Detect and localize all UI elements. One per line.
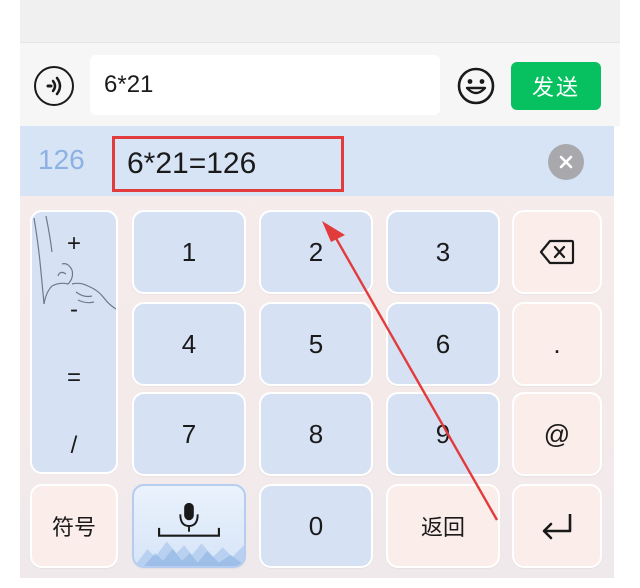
- key-5[interactable]: 5: [259, 302, 373, 386]
- chat-input-bar: 发送: [20, 42, 620, 126]
- backspace-icon: [539, 239, 575, 265]
- equals-key[interactable]: =: [32, 364, 116, 392]
- key-8[interactable]: 8: [259, 392, 373, 476]
- key-4[interactable]: 4: [132, 302, 246, 386]
- divide-key[interactable]: /: [32, 432, 116, 460]
- return-key[interactable]: 返回: [386, 484, 500, 568]
- key-6[interactable]: 6: [386, 302, 500, 386]
- voice-space-key[interactable]: [132, 484, 246, 568]
- at-key[interactable]: @: [512, 392, 602, 476]
- candidate-result[interactable]: 126: [38, 144, 85, 176]
- symbols-key[interactable]: 符号: [30, 484, 118, 568]
- key-9[interactable]: 9: [386, 392, 500, 476]
- enter-icon: [542, 514, 572, 540]
- dot-key[interactable]: .: [512, 302, 602, 386]
- clear-candidate-button[interactable]: [548, 144, 584, 180]
- operator-column: + - = /: [30, 210, 118, 474]
- minus-key[interactable]: -: [32, 296, 116, 324]
- candidate-expression-text: 6*21=126: [127, 147, 257, 180]
- backspace-key[interactable]: [512, 210, 602, 294]
- smiley-icon: [457, 67, 495, 105]
- clear-x-icon: [559, 155, 573, 169]
- key-2[interactable]: 2: [259, 210, 373, 294]
- plus-key[interactable]: +: [32, 230, 116, 258]
- enter-key[interactable]: [512, 484, 602, 568]
- key-7[interactable]: 7: [132, 392, 246, 476]
- key-3[interactable]: 3: [386, 210, 500, 294]
- candidate-expression[interactable]: 6*21=126: [112, 136, 344, 192]
- keyboard: 126 6*21=126 + - = / 1 2 3 4 5 6 7 8 9 .…: [20, 126, 614, 578]
- voice-waves-icon: [46, 76, 62, 96]
- key-1[interactable]: 1: [132, 210, 246, 294]
- emoji-button[interactable]: [455, 65, 497, 107]
- candidate-bar: 126 6*21=126: [20, 126, 614, 196]
- send-button[interactable]: 发送: [511, 62, 601, 110]
- top-strip: [20, 0, 620, 42]
- microphone-icon: [134, 502, 244, 566]
- message-input[interactable]: [90, 55, 440, 115]
- voice-input-button[interactable]: [34, 66, 74, 106]
- key-0[interactable]: 0: [259, 484, 373, 568]
